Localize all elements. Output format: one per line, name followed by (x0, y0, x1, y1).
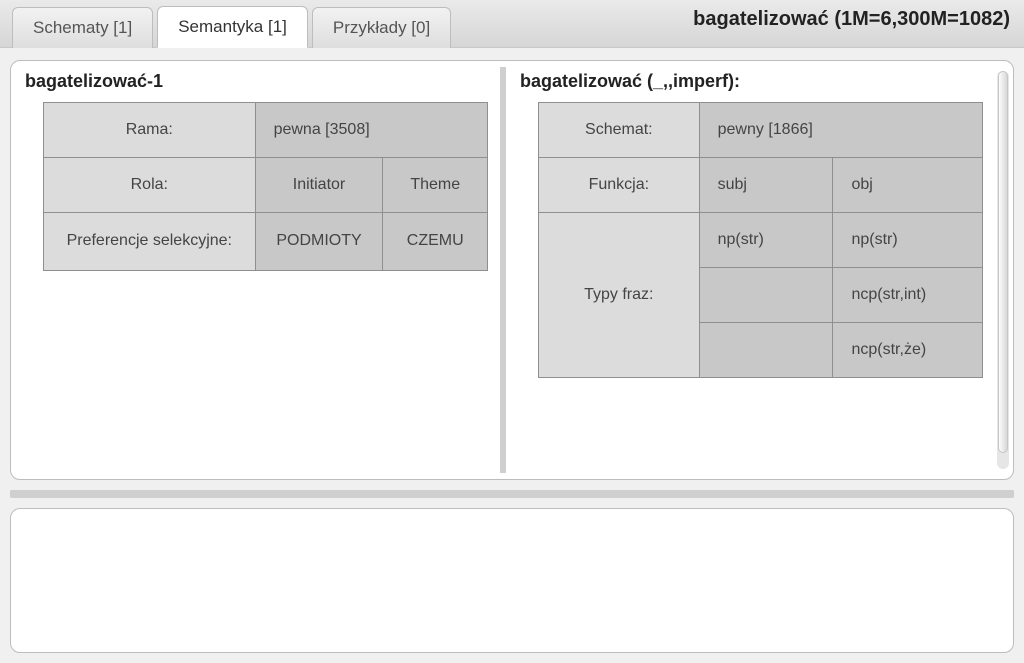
tab-przyklady[interactable]: Przykłady [0] (312, 7, 451, 48)
rola-v2: Theme (383, 158, 488, 213)
right-panel: bagatelizować (_,,imperf): Schemat: pewn… (506, 61, 995, 479)
typy-r3c2: ncp(str,że) (833, 323, 983, 378)
left-table: Rama: pewna [3508] Rola: Initiator Theme… (43, 102, 488, 271)
tabs: Schematy [1] Semantyka [1] Przykłady [0] (12, 0, 451, 47)
left-panel-title: bagatelizować-1 (23, 67, 488, 102)
header-title: bagatelizować (1M=6,300M=1082) (693, 8, 1010, 31)
table-row: Funkcja: subj obj (539, 158, 983, 213)
typy-label: Typy fraz: (539, 213, 700, 378)
pref-v1: PODMIOTY (255, 213, 383, 271)
typy-r1c2: np(str) (833, 213, 983, 268)
rama-value: pewna [3508] (255, 103, 487, 158)
funkcja-v1: subj (699, 158, 833, 213)
pref-v2: CZEMU (383, 213, 488, 271)
typy-r2c2: ncp(str,int) (833, 268, 983, 323)
schemat-value: pewny [1866] (699, 103, 982, 158)
schemat-label: Schemat: (539, 103, 700, 158)
table-row: Rola: Initiator Theme (44, 158, 488, 213)
tab-schematy[interactable]: Schematy [1] (12, 7, 153, 48)
rola-label: Rola: (44, 158, 256, 213)
bottom-panel (10, 508, 1014, 653)
funkcja-v2: obj (833, 158, 983, 213)
right-table: Schemat: pewny [1866] Funkcja: subj obj … (538, 102, 983, 378)
scrollbar[interactable] (997, 71, 1009, 469)
content-area: bagatelizować-1 Rama: pewna [3508] Rola:… (0, 48, 1024, 663)
typy-r1c1: np(str) (699, 213, 833, 268)
rama-label: Rama: (44, 103, 256, 158)
left-panel: bagatelizować-1 Rama: pewna [3508] Rola:… (11, 61, 500, 479)
rola-v1: Initiator (255, 158, 383, 213)
typy-r3c1 (699, 323, 833, 378)
scrollbar-thumb[interactable] (998, 71, 1008, 453)
top-bar: Schematy [1] Semantyka [1] Przykłady [0]… (0, 0, 1024, 48)
right-panel-title: bagatelizować (_,,imperf): (518, 67, 983, 102)
tab-semantyka[interactable]: Semantyka [1] (157, 6, 308, 48)
separator-strip (10, 490, 1014, 498)
typy-r2c1 (699, 268, 833, 323)
panels-row: bagatelizować-1 Rama: pewna [3508] Rola:… (10, 60, 1014, 480)
table-row: Schemat: pewny [1866] (539, 103, 983, 158)
table-row: Typy fraz: np(str) np(str) (539, 213, 983, 268)
pref-label: Preferencje selekcyjne: (44, 213, 256, 271)
table-row: Preferencje selekcyjne: PODMIOTY CZEMU (44, 213, 488, 271)
table-row: Rama: pewna [3508] (44, 103, 488, 158)
funkcja-label: Funkcja: (539, 158, 700, 213)
